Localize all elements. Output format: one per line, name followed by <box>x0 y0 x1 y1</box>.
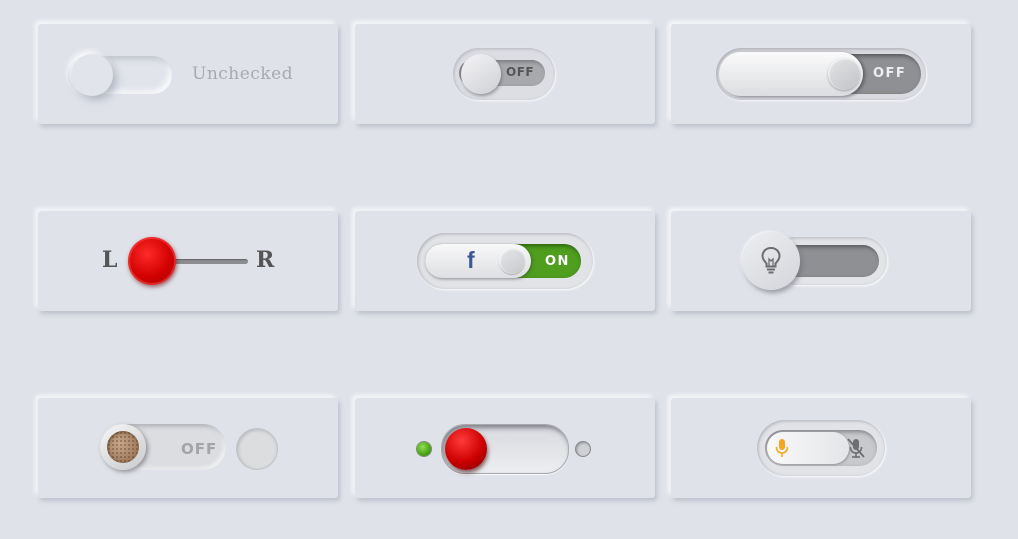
toggle-state-label: ON <box>545 254 570 269</box>
toggle-knob[interactable] <box>499 248 525 274</box>
microphone-icon <box>775 439 789 457</box>
toggle-card-unchecked: Unchecked <box>38 24 338 124</box>
toggle-label: Unchecked <box>192 64 294 84</box>
lightbulb-icon <box>761 246 781 274</box>
cork-knob-face <box>107 431 139 463</box>
toggle-card-facebook: ON f <box>355 211 655 311</box>
toggle-state-label: OFF <box>181 440 218 458</box>
status-indicator <box>236 428 278 470</box>
toggle-state-label: OFF <box>506 65 535 79</box>
toggle-knob[interactable] <box>71 54 113 96</box>
slider-knob[interactable] <box>128 237 176 285</box>
facebook-icon: f <box>467 247 475 273</box>
toggle-state-label: OFF <box>873 66 907 81</box>
gray-indicator-light <box>576 442 590 456</box>
toggle-card-cork: OFF <box>38 398 338 498</box>
toggle-knob[interactable] <box>445 428 487 470</box>
microphone-muted-icon <box>847 438 865 458</box>
toggle-knob[interactable] <box>828 58 860 90</box>
toggle-card-left-right: L R <box>38 211 338 311</box>
toggle-card-off-wide: OFF <box>671 24 971 124</box>
left-label: L <box>102 247 118 273</box>
right-label: R <box>256 247 275 273</box>
toggle-card-red-led <box>355 398 655 498</box>
toggle-knob[interactable] <box>461 54 501 94</box>
toggle-card-microphone <box>671 398 971 498</box>
toggle-card-off-small: OFF <box>355 24 655 124</box>
green-indicator-light <box>417 442 431 456</box>
toggle-card-lightbulb <box>671 211 971 311</box>
